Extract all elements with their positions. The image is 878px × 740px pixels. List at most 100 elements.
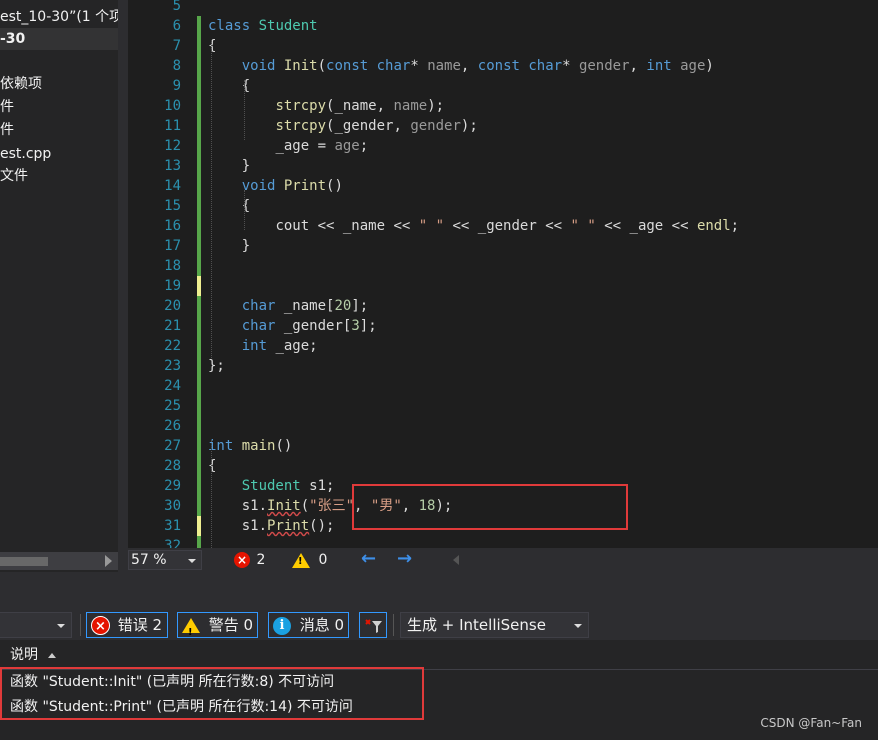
code-line[interactable]: s1.Init("张三", "男", 18);: [208, 496, 453, 516]
scroll-left-icon[interactable]: [453, 555, 459, 565]
error-list-header[interactable]: 说明: [0, 640, 878, 670]
line-number: 25: [164, 398, 181, 414]
code-line[interactable]: strcpy(_gender, gender);: [208, 116, 477, 136]
change-tracking-bar: [197, 476, 201, 496]
line-number: 26: [164, 418, 181, 434]
visual-studio-window: est_10-30”(1 个项 -30 依赖项件件 est.cpp 文件 5 6 class…: [0, 0, 878, 740]
solution-tree-item[interactable]: 件: [0, 96, 14, 118]
chevron-down-icon: [574, 624, 582, 628]
warning-count-indicator[interactable]: ! 0: [292, 552, 327, 568]
splitter[interactable]: [118, 0, 128, 572]
warnings-filter-button[interactable]: ! 警告 0: [177, 612, 258, 638]
clear-filter-button[interactable]: [359, 612, 387, 638]
line-number: 32: [164, 538, 181, 548]
error-count: 2: [256, 552, 266, 568]
errors-filter-button[interactable]: × 错误 2: [86, 612, 168, 638]
code-line[interactable]: }: [208, 236, 250, 256]
indent-guide: [211, 40, 212, 358]
change-tracking-bar: [197, 236, 201, 256]
zoom-select[interactable]: 57 %: [128, 550, 202, 570]
change-tracking-bar: [197, 396, 201, 416]
solution-tree-item[interactable]: 依赖项: [0, 73, 42, 95]
line-number: 9: [172, 78, 181, 94]
solution-tree-item[interactable]: est.cpp: [0, 143, 51, 165]
warning-icon: !: [292, 552, 310, 568]
change-tracking-bar: [197, 316, 201, 336]
line-number: 7: [172, 38, 181, 54]
code-editor[interactable]: 5 6 class Student 7 {8 void Init(const char*…: [128, 0, 878, 548]
line-number: 27: [164, 438, 181, 454]
code-line[interactable]: int _age;: [208, 336, 318, 356]
line-number: 11: [164, 118, 181, 134]
line-number: 31: [164, 518, 181, 534]
line-number: 21: [164, 318, 181, 334]
solution-tree-item[interactable]: est_10-30”(1 个项: [0, 6, 118, 28]
code-line[interactable]: {: [208, 36, 216, 56]
change-tracking-bar: [197, 156, 201, 176]
chevron-down-icon: [57, 624, 65, 628]
scope-filter-select[interactable]: [0, 612, 72, 638]
line-number: 16: [164, 218, 181, 234]
info-icon: i: [273, 616, 291, 635]
solution-tree-item[interactable]: 件: [0, 119, 14, 141]
line-number: 20: [164, 298, 181, 314]
code-line[interactable]: _age = age;: [208, 136, 368, 156]
build-filter-select[interactable]: 生成 + IntelliSense: [400, 612, 589, 638]
line-number: 5: [172, 0, 181, 14]
line-number: 10: [164, 98, 181, 114]
chevron-down-icon: [188, 559, 196, 563]
change-tracking-bar: [197, 56, 201, 76]
code-line[interactable]: };: [208, 356, 225, 376]
sort-ascending-icon: [48, 652, 56, 658]
highlight-box-errors: [0, 667, 424, 720]
code-line[interactable]: s1.Print();: [208, 516, 335, 536]
error-icon: ×: [91, 616, 110, 635]
code-line[interactable]: void Init(const char* name, const char* …: [208, 56, 714, 76]
scrollbar-thumb[interactable]: [0, 557, 48, 566]
change-tracking-bar: [197, 116, 201, 136]
code-line[interactable]: {: [208, 456, 216, 476]
change-tracking-bar: [197, 276, 201, 296]
watermark: CSDN @Fan~Fan: [760, 716, 862, 730]
filter-clear-icon: [365, 618, 382, 633]
code-line[interactable]: Student s1;: [208, 476, 335, 496]
zoom-value: 57 %: [131, 552, 167, 568]
code-line[interactable]: void Print(): [208, 176, 343, 196]
line-number: 30: [164, 498, 181, 514]
code-line[interactable]: int main(): [208, 436, 292, 456]
change-tracking-bar: [197, 216, 201, 236]
change-tracking-bar: [197, 496, 201, 516]
error-icon: ×: [234, 552, 250, 568]
solution-tree-item[interactable]: 文件: [0, 165, 28, 187]
line-number: 12: [164, 138, 181, 154]
change-tracking-bar: [197, 16, 201, 36]
solution-explorer: est_10-30”(1 个项 -30 依赖项件件 est.cpp 文件: [0, 0, 118, 572]
messages-filter-button[interactable]: i 消息 0: [268, 612, 349, 638]
back-arrow-icon[interactable]: ←: [361, 549, 376, 569]
error-count-indicator[interactable]: × 2: [234, 552, 265, 568]
solution-tree-item[interactable]: -30: [0, 28, 118, 50]
line-number: 19: [164, 278, 181, 294]
horizontal-scrollbar[interactable]: [0, 552, 118, 570]
line-number: 6: [172, 18, 181, 34]
line-number: 14: [164, 178, 181, 194]
code-line[interactable]: cout << _name << " " << _gender << " " <…: [208, 216, 739, 236]
code-line[interactable]: char _gender[3];: [208, 316, 377, 336]
editor-status-strip: 57 % × 2 ! 0 ← →: [128, 548, 878, 572]
change-tracking-bar: [197, 96, 201, 116]
change-tracking-bar: [197, 176, 201, 196]
line-number: 28: [164, 458, 181, 474]
change-tracking-bar: [197, 76, 201, 96]
code-line[interactable]: class Student: [208, 16, 318, 36]
indent-guide: [211, 440, 212, 548]
code-line[interactable]: }: [208, 156, 250, 176]
change-tracking-bar: [197, 356, 201, 376]
scroll-right-icon[interactable]: [105, 555, 112, 567]
code-line[interactable]: char _name[20];: [208, 296, 368, 316]
column-description: 说明: [10, 647, 38, 663]
forward-arrow-icon[interactable]: →: [397, 549, 412, 569]
line-number: 18: [164, 258, 181, 274]
line-number: 23: [164, 358, 181, 374]
errors-filter-label: 错误 2: [117, 616, 163, 634]
line-number: 29: [164, 478, 181, 494]
